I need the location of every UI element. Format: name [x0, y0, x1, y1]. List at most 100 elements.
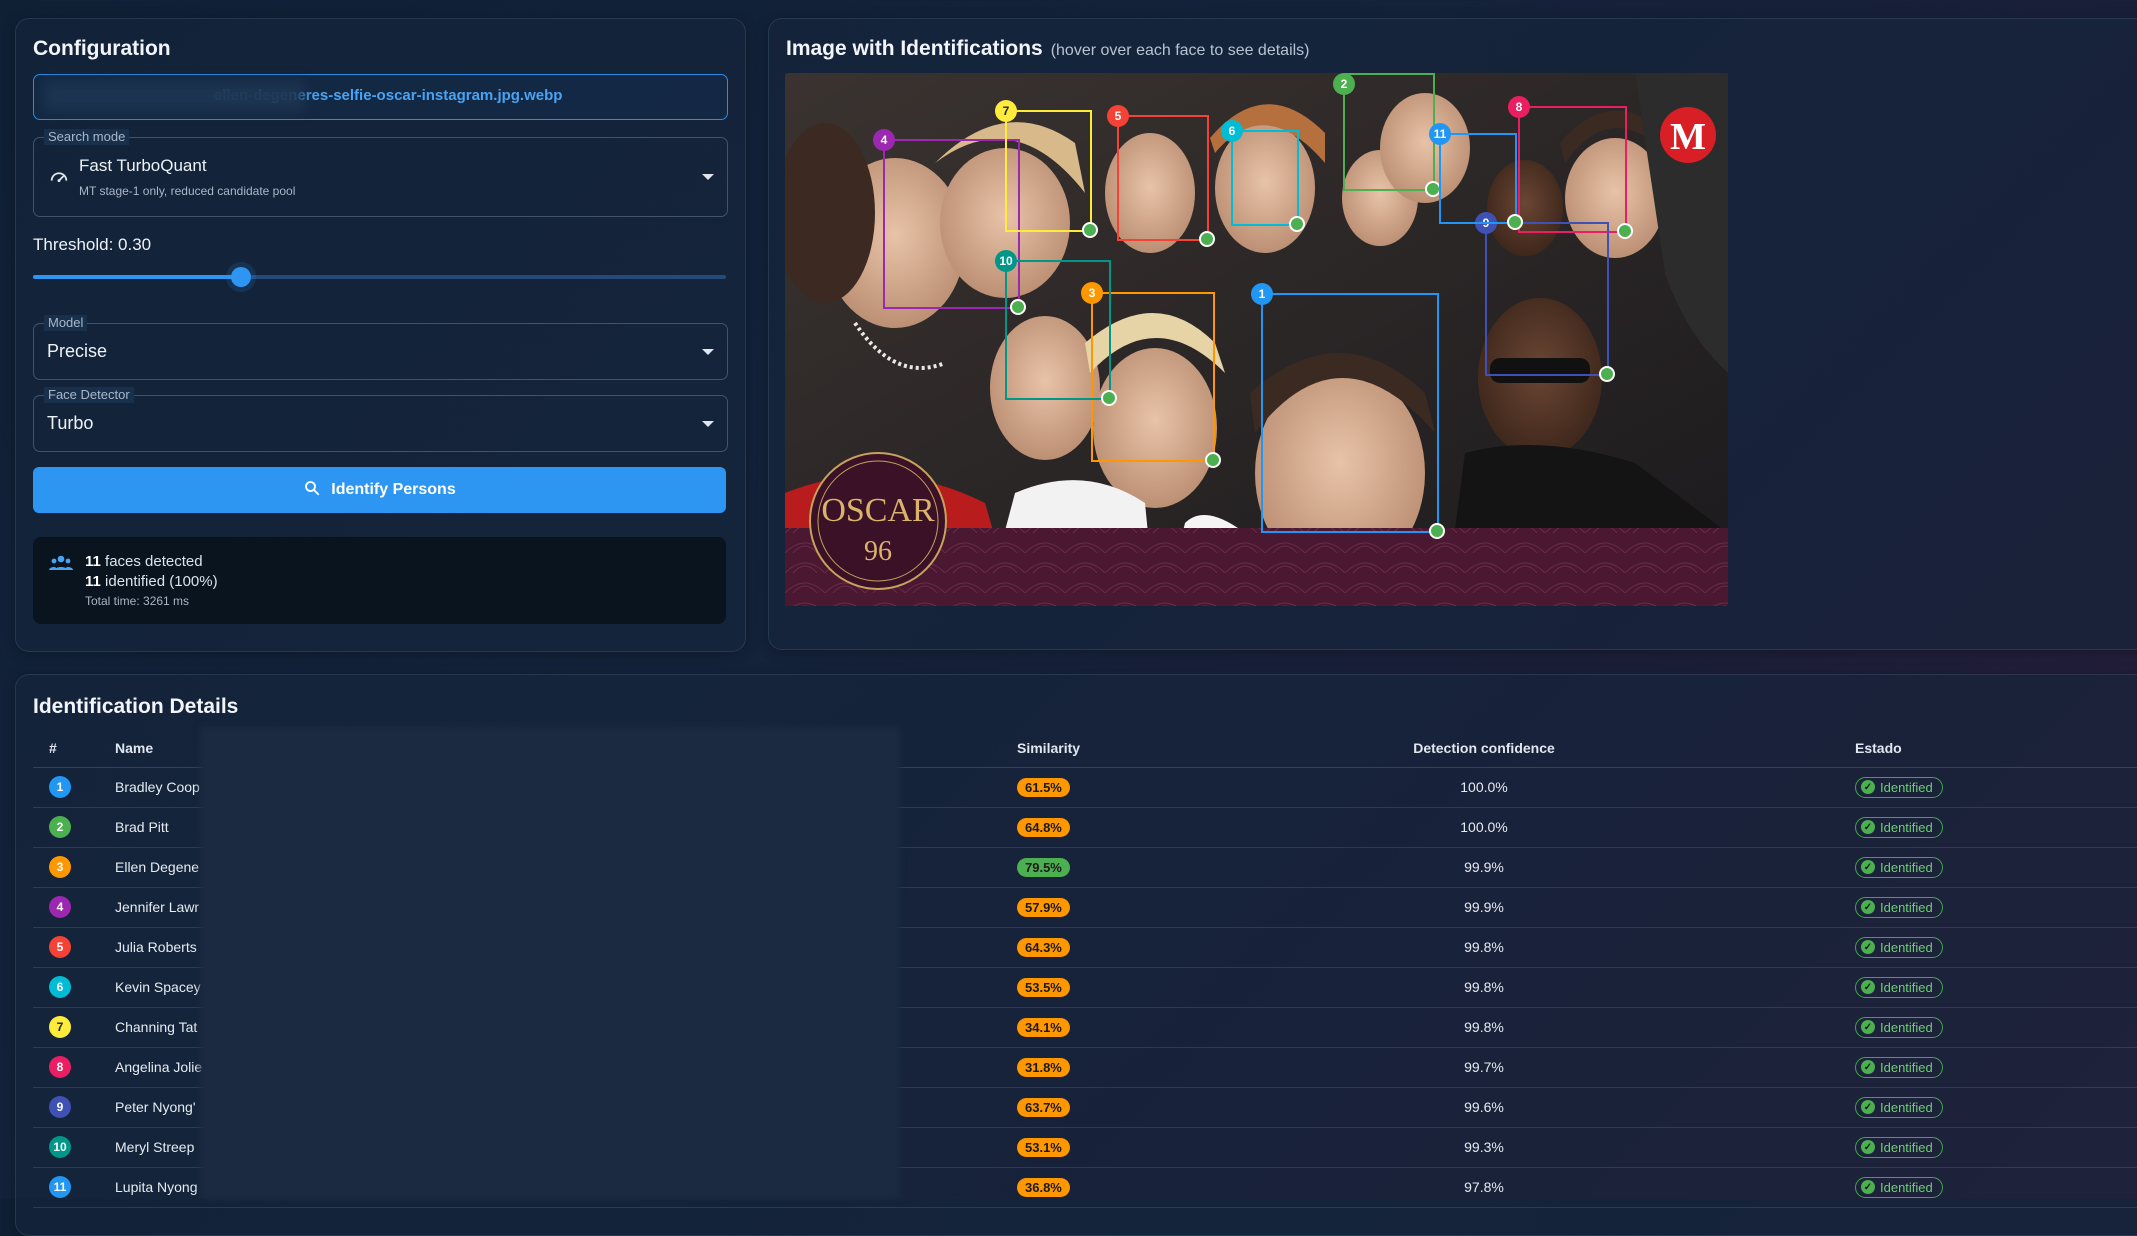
- face-box-2[interactable]: 2: [1333, 73, 1441, 197]
- face-handle[interactable]: [1082, 222, 1098, 238]
- row-index: 7: [33, 1007, 114, 1048]
- row-index: 8: [33, 1047, 114, 1088]
- row-detection: 99.9%: [1273, 847, 1695, 888]
- face-box-5[interactable]: 5: [1107, 105, 1215, 247]
- configuration-panel: Configuration ellen-degeneres-selfie-osc…: [15, 18, 746, 652]
- row-status: ✓ Identified: [1695, 1167, 2137, 1208]
- face-handle[interactable]: [1599, 366, 1615, 382]
- model-value: Precise: [47, 341, 108, 361]
- row-index: 3: [33, 847, 114, 888]
- face-box-9[interactable]: 9: [1475, 212, 1615, 382]
- row-number-badge: 10: [49, 1136, 71, 1158]
- threshold-slider[interactable]: [33, 267, 726, 287]
- details-title: Identification Details: [33, 695, 239, 718]
- status-label: Identified: [1880, 859, 1933, 875]
- status-chip: ✓ Identified: [1855, 1056, 1943, 1078]
- similarity-pill: 34.1%: [1017, 1017, 1070, 1037]
- check-circle-icon: ✓: [1861, 1060, 1875, 1074]
- face-badge-1: 1: [1251, 283, 1273, 305]
- face-handle[interactable]: [1617, 223, 1633, 239]
- search-mode-legend: Search mode: [44, 129, 130, 145]
- row-detection: 100.0%: [1273, 807, 1695, 848]
- results-summary: 11 faces detected 11 identified (100%) T…: [33, 537, 726, 624]
- face-handle[interactable]: [1289, 216, 1305, 232]
- face-detector-select[interactable]: Face Detector Turbo: [33, 387, 728, 452]
- face-box-11[interactable]: 11: [1429, 123, 1523, 230]
- face-handle[interactable]: [1101, 390, 1117, 406]
- face-box-1[interactable]: 1: [1251, 283, 1445, 539]
- check-circle-icon: ✓: [1861, 1100, 1875, 1114]
- row-detection: 99.8%: [1273, 1007, 1695, 1048]
- identified-photo: OSCAR 96 M 1 2 3 4 5 6 7 8 9 10 11: [785, 73, 1728, 606]
- row-number-badge: 1: [49, 776, 71, 798]
- search-mode-select[interactable]: Search mode Fast TurboQuant MT stage-1 o…: [33, 129, 728, 217]
- face-handle[interactable]: [1507, 214, 1523, 230]
- similarity-pill: 63.7%: [1017, 1097, 1070, 1117]
- check-circle-icon: ✓: [1861, 1020, 1875, 1034]
- face-badge-8: 8: [1508, 96, 1530, 118]
- status-chip: ✓ Identified: [1855, 1176, 1943, 1198]
- status-chip: ✓ Identified: [1855, 976, 1943, 998]
- row-index: 6: [33, 967, 114, 1008]
- row-number-badge: 2: [49, 816, 71, 838]
- oscar-logo-text: OSCAR: [821, 492, 935, 529]
- similarity-pill: 36.8%: [1017, 1177, 1070, 1197]
- face-detector-value: Turbo: [47, 413, 94, 433]
- status-label: Identified: [1880, 819, 1933, 835]
- face-detector-legend: Face Detector: [44, 387, 134, 403]
- m-logo-letter: M: [1670, 116, 1706, 158]
- face-badge-2: 2: [1333, 73, 1355, 95]
- row-number-badge: 7: [49, 1016, 71, 1038]
- similarity-pill: 31.8%: [1017, 1057, 1070, 1077]
- status-label: Identified: [1880, 1019, 1933, 1035]
- row-similarity: 61.5%: [1016, 767, 1273, 808]
- check-circle-icon: ✓: [1861, 1140, 1875, 1154]
- identify-persons-button[interactable]: Identify Persons: [33, 467, 726, 513]
- threshold-slider-fill: [33, 275, 241, 279]
- row-index: 2: [33, 807, 114, 848]
- row-detection: 99.3%: [1273, 1127, 1695, 1168]
- check-circle-icon: ✓: [1861, 900, 1875, 914]
- model-select[interactable]: Model Precise: [33, 315, 728, 380]
- total-time-text: Total time: 3261 ms: [85, 594, 190, 608]
- face-handle[interactable]: [1205, 452, 1221, 468]
- face-box-10[interactable]: 10: [995, 250, 1117, 406]
- face-box-8[interactable]: 8: [1508, 96, 1633, 239]
- face-box-6[interactable]: 6: [1221, 120, 1305, 232]
- similarity-pill: 79.5%: [1017, 857, 1070, 877]
- image-panel-title: Image with Identifications (hover over ea…: [786, 37, 1310, 60]
- face-box-4[interactable]: 4: [873, 129, 1026, 315]
- redacted-region: [200, 727, 900, 1199]
- threshold-slider-thumb[interactable]: [230, 267, 251, 287]
- status-label: Identified: [1880, 779, 1933, 795]
- face-badge-4: 4: [873, 129, 895, 151]
- threshold-label: Threshold: 0.30: [33, 235, 152, 254]
- face-handle[interactable]: [1429, 523, 1445, 539]
- row-similarity: 31.8%: [1016, 1047, 1273, 1088]
- row-status: ✓ Identified: [1695, 887, 2137, 928]
- row-similarity: 36.8%: [1016, 1167, 1273, 1208]
- status-chip: ✓ Identified: [1855, 776, 1943, 798]
- faces-detected-text: 11 faces detected: [85, 553, 203, 570]
- row-number-badge: 8: [49, 1056, 71, 1078]
- row-detection: 99.8%: [1273, 927, 1695, 968]
- status-chip: ✓ Identified: [1855, 1016, 1943, 1038]
- row-index: 1: [33, 767, 114, 808]
- face-handle[interactable]: [1199, 231, 1215, 247]
- row-status: ✓ Identified: [1695, 1047, 2137, 1088]
- row-status: ✓ Identified: [1695, 927, 2137, 968]
- file-upload-field[interactable]: ellen-degeneres-selfie-oscar-instagram.j…: [33, 74, 728, 120]
- similarity-pill: 61.5%: [1017, 777, 1070, 797]
- speedometer-icon: [48, 165, 70, 192]
- row-number-badge: 4: [49, 896, 71, 918]
- face-box-7[interactable]: 7: [995, 100, 1098, 238]
- status-label: Identified: [1880, 1099, 1933, 1115]
- row-similarity: 57.9%: [1016, 887, 1273, 928]
- row-detection: 99.7%: [1273, 1047, 1695, 1088]
- row-index: 5: [33, 927, 114, 968]
- status-label: Identified: [1880, 1139, 1933, 1155]
- row-detection: 97.8%: [1273, 1167, 1695, 1208]
- status-label: Identified: [1880, 1179, 1933, 1195]
- check-circle-icon: ✓: [1861, 820, 1875, 834]
- row-number-badge: 3: [49, 856, 71, 878]
